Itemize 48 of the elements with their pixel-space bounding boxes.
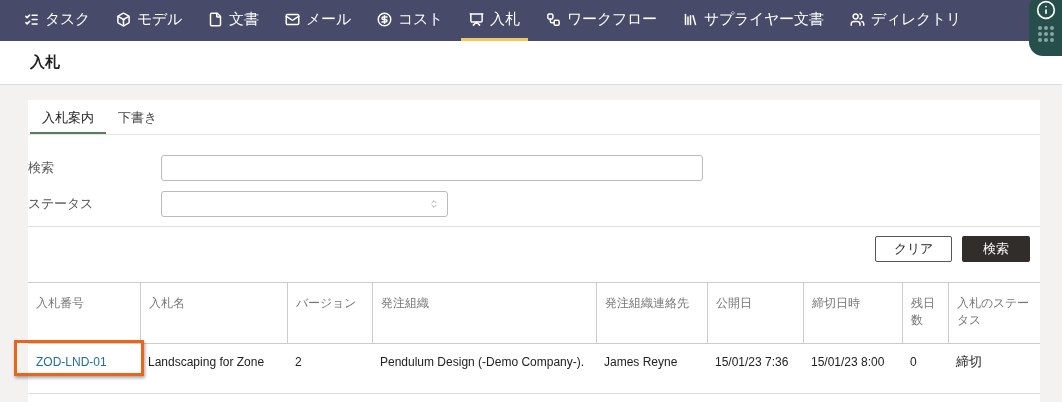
- cube-icon: [116, 11, 131, 27]
- column-header: 入札番号: [35, 295, 85, 312]
- document-icon: [208, 11, 223, 27]
- column-header: バージョン: [287, 283, 372, 343]
- nav-tab[interactable]: タスク: [16, 0, 98, 41]
- dropdown-arrow-icon: [429, 199, 439, 209]
- bid-number-link[interactable]: ZOD-LND-01: [36, 355, 107, 369]
- search-field[interactable]: [161, 155, 703, 181]
- table-cell: 0: [910, 355, 917, 369]
- nav-tab[interactable]: ディレクトリ: [842, 0, 969, 41]
- tab[interactable]: 下書き: [106, 104, 169, 134]
- info-icon: [1035, 0, 1056, 20]
- checklist-icon: [24, 11, 39, 27]
- column-header: 発注組織連絡先: [596, 283, 707, 343]
- nav-tab[interactable]: メール: [277, 0, 359, 41]
- table-cell: James Reyne: [604, 355, 678, 369]
- search-button[interactable]: 検索: [962, 236, 1030, 262]
- nav-tab[interactable]: コスト: [369, 0, 451, 41]
- column-header: 締切日時: [803, 283, 902, 343]
- side-panel-handle[interactable]: [1029, 0, 1062, 56]
- column-header: 入札名: [140, 283, 287, 343]
- people-icon: [850, 11, 865, 27]
- page-title: 入札: [30, 52, 60, 73]
- table-cell: 締切: [956, 354, 982, 369]
- column-header: 入札のステータス: [948, 283, 1040, 343]
- presentation-board-icon: [469, 11, 484, 27]
- books-icon: [683, 11, 698, 27]
- table-cell: 15/01/23 7:36: [715, 355, 789, 369]
- field-label: ステータス: [28, 195, 94, 214]
- tab[interactable]: 入札案内: [30, 104, 106, 134]
- workflow-icon: [546, 11, 561, 27]
- table-cell: 2: [295, 355, 302, 369]
- nav-tab[interactable]: モデル: [108, 0, 190, 41]
- nav-tab[interactable]: サプライヤー文書: [675, 0, 832, 41]
- nav-tab[interactable]: ワークフロー: [538, 0, 665, 41]
- status-dropdown[interactable]: [161, 191, 448, 217]
- table-cell: Pendulum Design (-Demo Company-).: [380, 355, 585, 369]
- column-header: 発注組織: [372, 283, 596, 343]
- column-header: 残日数: [902, 283, 948, 343]
- table-cell: Landscaping for Zone: [148, 355, 265, 369]
- dollar-coin-icon: [377, 11, 392, 27]
- field-label: 検索: [28, 159, 55, 178]
- grid-dots-icon: [1037, 26, 1054, 42]
- mail-icon: [285, 11, 300, 27]
- clear-button[interactable]: クリア: [875, 236, 952, 262]
- nav-tab[interactable]: 文書: [200, 0, 267, 41]
- column-header: 公開日: [707, 283, 803, 343]
- table-cell: 15/01/23 8:00: [811, 355, 885, 369]
